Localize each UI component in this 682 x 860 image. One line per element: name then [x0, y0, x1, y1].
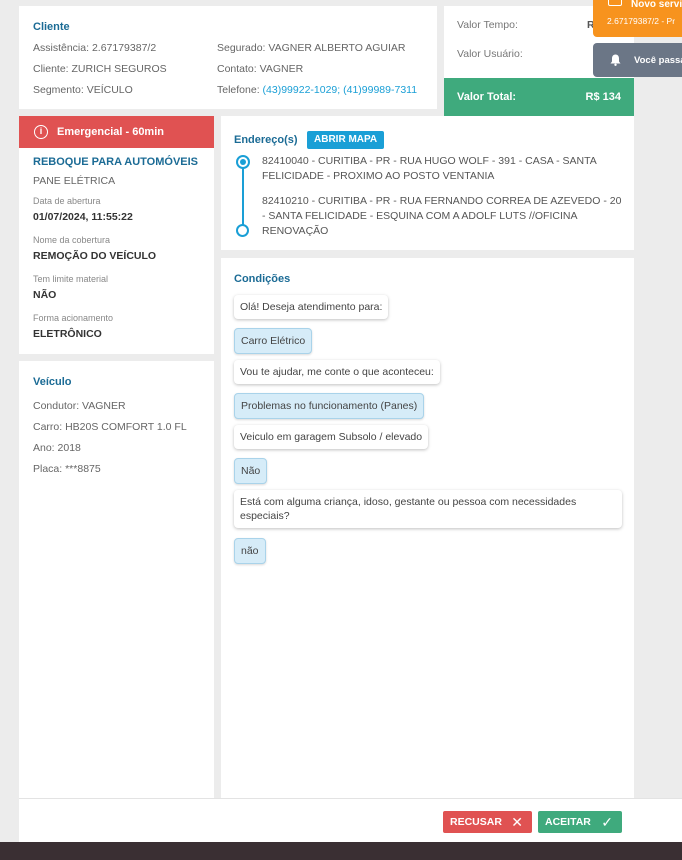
emergency-header: i Emergencial - 60min — [19, 116, 214, 148]
client-title: Cliente — [33, 21, 70, 33]
car-icon — [608, 0, 622, 6]
address-title: Endereço(s) — [234, 134, 298, 146]
valor-total-value: R$ 134 — [585, 91, 621, 103]
info-notification[interactable]: Você passa — [593, 43, 682, 77]
refuse-label: RECUSAR — [450, 816, 502, 828]
coverage-label: Nome da cobertura — [33, 235, 111, 245]
service-type: REBOQUE PARA AUTOMÓVEIS — [33, 156, 199, 168]
coverage-value: REMOÇÃO DO VEÍCULO — [33, 250, 157, 262]
telefone-label: Telefone: — [217, 84, 260, 96]
valor-total-label: Valor Total: — [457, 91, 517, 103]
emergency-label: Emergencial - 60min — [57, 126, 164, 138]
condition-answer: não — [234, 538, 266, 564]
vehicle-car: Carro: HB20S COMFORT 1.0 FL — [33, 421, 187, 433]
client-segurado: Segurado: VAGNER ALBERTO AGUIAR — [217, 42, 406, 54]
condition-answer: Problemas no funcionamento (Panes) — [234, 393, 425, 419]
condition-question: Vou te ajudar, me conte o que aconteceu: — [234, 360, 440, 384]
valor-tempo-label: Valor Tempo: — [457, 19, 518, 31]
notification-text: Você passa — [634, 55, 682, 66]
client-segment: Segmento: VEÍCULO — [33, 84, 133, 96]
vehicle-card: Veículo Condutor: VAGNER Carro: HB20S CO… — [19, 361, 214, 798]
condition-answer: Carro Elétrico — [234, 328, 313, 354]
telefone-link[interactable]: (43)99922-1029; (41)99989-7311 — [263, 84, 418, 96]
refuse-button[interactable]: RECUSAR ✕ — [443, 811, 532, 833]
origin-address: 82410040 - CURITIBA - PR - RUA HUGO WOLF… — [262, 155, 597, 182]
condition-answer: Não — [234, 458, 268, 484]
opening-date-label: Data de abertura — [33, 196, 101, 206]
limit-label: Tem limite material — [33, 274, 109, 284]
client-assistencia: Assistência: 2.67179387/2 — [33, 42, 157, 54]
vehicle-title: Veículo — [33, 376, 72, 388]
condition-question: Veiculo em garagem Subsolo / elevado — [234, 425, 429, 449]
open-map-button[interactable]: ABRIR MAPA — [307, 131, 385, 149]
service-card: i Emergencial - 60min REBOQUE PARA AUTOM… — [19, 116, 214, 354]
notification-title: Novo servi — [631, 0, 682, 10]
conditions-card: Condições Olá! Deseja atendimento para: … — [221, 258, 634, 798]
notification-subtitle: 2.67179387/2 - Pr — [607, 16, 676, 26]
condition-question: Olá! Deseja atendimento para: — [234, 295, 389, 319]
limit-value: NÃO — [33, 289, 57, 301]
bell-icon — [610, 54, 621, 66]
origin-marker-icon — [236, 155, 250, 169]
close-icon: ✕ — [511, 814, 523, 830]
client-telefone: Telefone: (43)99922-1029; (41)99989-7311 — [217, 84, 417, 96]
valor-total-bar: Valor Total: R$ 134 — [444, 78, 634, 116]
accept-label: ACEITAR — [545, 816, 591, 828]
valor-usuario-label: Valor Usuário: — [457, 48, 523, 60]
destination-address: 82410210 - CURITIBA - PR - RUA FERNANDO … — [262, 195, 622, 237]
route-line — [242, 164, 244, 228]
bottom-bar — [0, 842, 682, 860]
condition-question: Está com alguma criança, idoso, gestante… — [234, 490, 622, 528]
opening-date-value: 01/07/2024, 11:55:22 — [33, 211, 133, 223]
problem-type: PANE ELÉTRICA — [33, 175, 116, 187]
destination-marker-icon — [236, 224, 249, 237]
vehicle-driver: Condutor: VAGNER — [33, 400, 126, 412]
conditions-title: Condições — [234, 273, 291, 285]
client-card: Cliente Assistência: 2.67179387/2 Client… — [19, 6, 437, 109]
vehicle-year: Ano: 2018 — [33, 442, 81, 454]
alert-icon: i — [34, 125, 48, 139]
vehicle-plate: Placa: ***8875 — [33, 463, 101, 475]
action-footer: RECUSAR ✕ ACEITAR ✓ — [19, 798, 682, 842]
client-contato: Contato: VAGNER — [217, 63, 304, 75]
client-name: Cliente: ZURICH SEGUROS — [33, 63, 167, 75]
trigger-value: ELETRÔNICO — [33, 328, 102, 340]
trigger-label: Forma acionamento — [33, 313, 114, 323]
new-service-notification[interactable]: Novo servi 2.67179387/2 - Pr — [593, 0, 682, 37]
check-icon: ✓ — [601, 814, 613, 830]
accept-button[interactable]: ACEITAR ✓ — [538, 811, 622, 833]
address-card: Endereço(s) ABRIR MAPA 82410040 - CURITI… — [221, 116, 634, 250]
